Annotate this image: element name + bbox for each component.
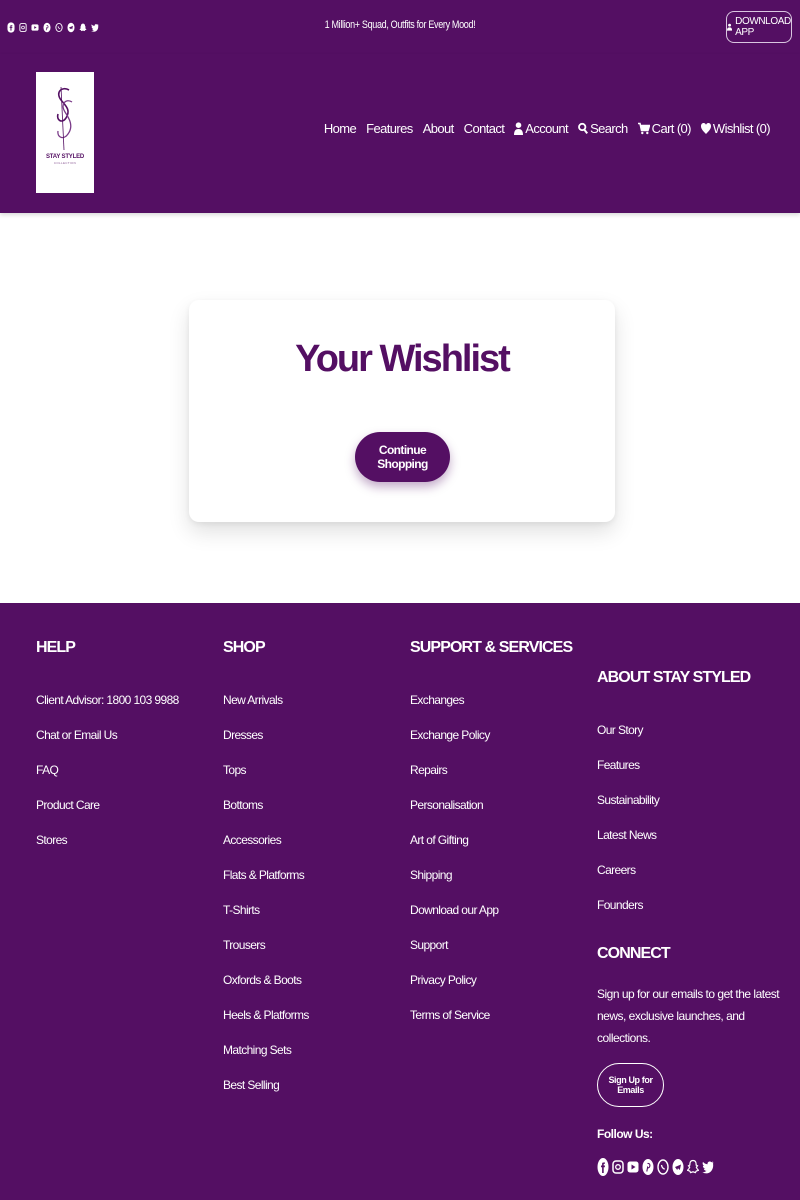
continue-shopping-button[interactable]: Continue Shopping [355,432,450,482]
footer-support-link[interactable]: Support [410,928,572,963]
facebook-icon[interactable] [7,21,15,33]
footer-shop-link[interactable]: Matching Sets [223,1033,309,1068]
youtube-icon[interactable] [31,22,39,33]
footer-shop-link[interactable]: Tops [223,753,309,788]
follow-us-label: Follow Us: [597,1127,653,1141]
footer-about-link[interactable]: Latest News [597,818,787,853]
instagram-icon[interactable] [612,1157,624,1177]
footer-shop-link[interactable]: Trousers [223,928,309,963]
footer-help-link[interactable]: Chat or Email Us [36,718,179,753]
footer-shop-link[interactable]: New Arrivals [223,683,309,718]
logo-brand-text: STAY STYLED [45,154,85,160]
footer-about-heading: ABOUT STAY STYLED [597,669,751,686]
footer-support-link[interactable]: Exchange Policy [410,718,572,753]
footer-help-heading: HELP [36,639,76,656]
footer-support-link[interactable]: Repairs [410,753,572,788]
announcement-text: 1 Million+ Squad, Outfits for Every Mood… [324,19,476,31]
footer-support-link[interactable]: Shipping [410,858,572,893]
footer-about-link[interactable]: Our Story [597,713,787,748]
twitter-icon[interactable] [702,1157,714,1177]
logo-monogram-icon [56,86,73,151]
user-icon [514,122,524,135]
search-icon [578,122,589,135]
footer-shop-link[interactable]: Bottoms [223,788,309,823]
nav-features[interactable]: Features [366,121,413,136]
telegram-icon[interactable] [672,1157,684,1177]
site-footer: HELP Client Advisor: 1800 103 9988 Chat o… [0,603,800,1200]
footer-social-links [597,1157,787,1177]
footer-help-column: HELP Client Advisor: 1800 103 9988 Chat o… [36,639,179,858]
footer-shop-list: New Arrivals Dresses Tops Bottoms Accessorie… [223,683,309,1103]
footer-shop-link[interactable]: Best Selling [223,1068,309,1103]
download-app-button[interactable]: DOWNLOAD APP [726,11,792,43]
nav-wishlist[interactable]: Wishlist (0) [700,121,771,136]
footer-shop-link[interactable]: Oxfords & Boots [223,963,309,998]
pinterest-icon[interactable] [642,1157,654,1177]
footer-about-link[interactable]: Features [597,748,787,783]
main-nav: Home Features About Contact Account Sear… [323,121,771,136]
download-app-label: DOWNLOAD APP [735,16,791,38]
footer-shop-column: SHOP New Arrivals Dresses Tops Bottoms Acces… [223,639,309,1103]
connect-description: Sign up for our emails to get the latest… [597,987,780,1045]
footer-connect-heading: CONNECT [597,945,671,962]
nav-about[interactable]: About [422,121,455,136]
footer-support-list: Exchanges Exchange Policy Repairs Personali… [410,683,572,1033]
nav-cart-label: Cart (0) [651,121,692,136]
pinterest-icon[interactable] [43,22,51,33]
footer-help-link[interactable]: Product Care [36,788,179,823]
wishlist-card: Your Wishlist Continue Shopping [189,300,615,522]
footer-about-column: ABOUT STAY STYLED Our Story Features Susta… [597,669,787,1177]
nav-account[interactable]: Account [514,121,569,136]
facebook-icon[interactable] [597,1157,609,1177]
footer-support-link[interactable]: Art of Gifting [410,823,572,858]
footer-support-link[interactable]: Exchanges [410,683,572,718]
footer-shop-link[interactable]: T-Shirts [223,893,309,928]
nav-contact-label: Contact [463,121,505,136]
nav-wishlist-label: Wishlist (0) [712,121,771,136]
user-download-icon [727,23,733,31]
footer-shop-link[interactable]: Dresses [223,718,309,753]
footer-support-link[interactable]: Privacy Policy [410,963,572,998]
footer-about-link[interactable]: Founders [597,888,787,923]
signup-emails-button[interactable]: Sign Up for Emails [597,1063,664,1107]
nav-search-label: Search [590,121,628,136]
footer-about-link[interactable]: Careers [597,853,787,888]
footer-shop-link[interactable]: Accessories [223,823,309,858]
footer-help-link[interactable]: Client Advisor: 1800 103 9988 [36,683,179,718]
footer-support-column: SUPPORT & SERVICES Exchanges Exchange Pol… [410,639,573,1033]
footer-about-link[interactable]: Sustainability [597,783,787,818]
nav-contact[interactable]: Contact [464,121,505,136]
footer-shop-link[interactable]: Heels & Platforms [223,998,309,1033]
nav-about-label: About [422,121,455,136]
footer-support-link[interactable]: Terms of Service [410,998,572,1033]
nav-search[interactable]: Search [578,121,628,136]
nav-home-label: Home [323,121,357,136]
footer-help-link[interactable]: FAQ [36,753,179,788]
nav-features-label: Features [366,121,413,136]
footer-help-link[interactable]: Stores [36,823,179,858]
footer-shop-link[interactable]: Flats & Platforms [223,858,309,893]
whatsapp-icon[interactable] [55,22,63,33]
page-title: Your Wishlist [295,338,511,380]
nav-home[interactable]: Home [323,121,357,136]
top-bar: 1 Million+ Squad, Outfits for Every Mood… [0,0,800,54]
site-header: STAY STYLED COLLECTION Home Features Abo… [0,54,800,213]
snapchat-icon[interactable] [687,1157,699,1177]
footer-help-list: Client Advisor: 1800 103 9988 Chat or Ema… [36,683,179,858]
instagram-icon[interactable] [19,22,27,33]
logo-sub-text: COLLECTION [53,161,77,165]
cart-icon [637,122,650,135]
heart-icon [700,123,711,134]
nav-account-label: Account [525,121,569,136]
footer-about-list: Our Story Features Sustainability Latest Ne… [597,713,787,923]
youtube-icon[interactable] [627,1157,639,1177]
footer-support-link[interactable]: Personalisation [410,788,572,823]
whatsapp-icon[interactable] [657,1157,669,1177]
footer-shop-heading: SHOP [223,639,266,656]
footer-support-link[interactable]: Download our App [410,893,572,928]
nav-cart[interactable]: Cart (0) [637,121,692,136]
footer-support-heading: SUPPORT & SERVICES [410,639,573,656]
site-logo[interactable]: STAY STYLED COLLECTION [36,72,94,193]
